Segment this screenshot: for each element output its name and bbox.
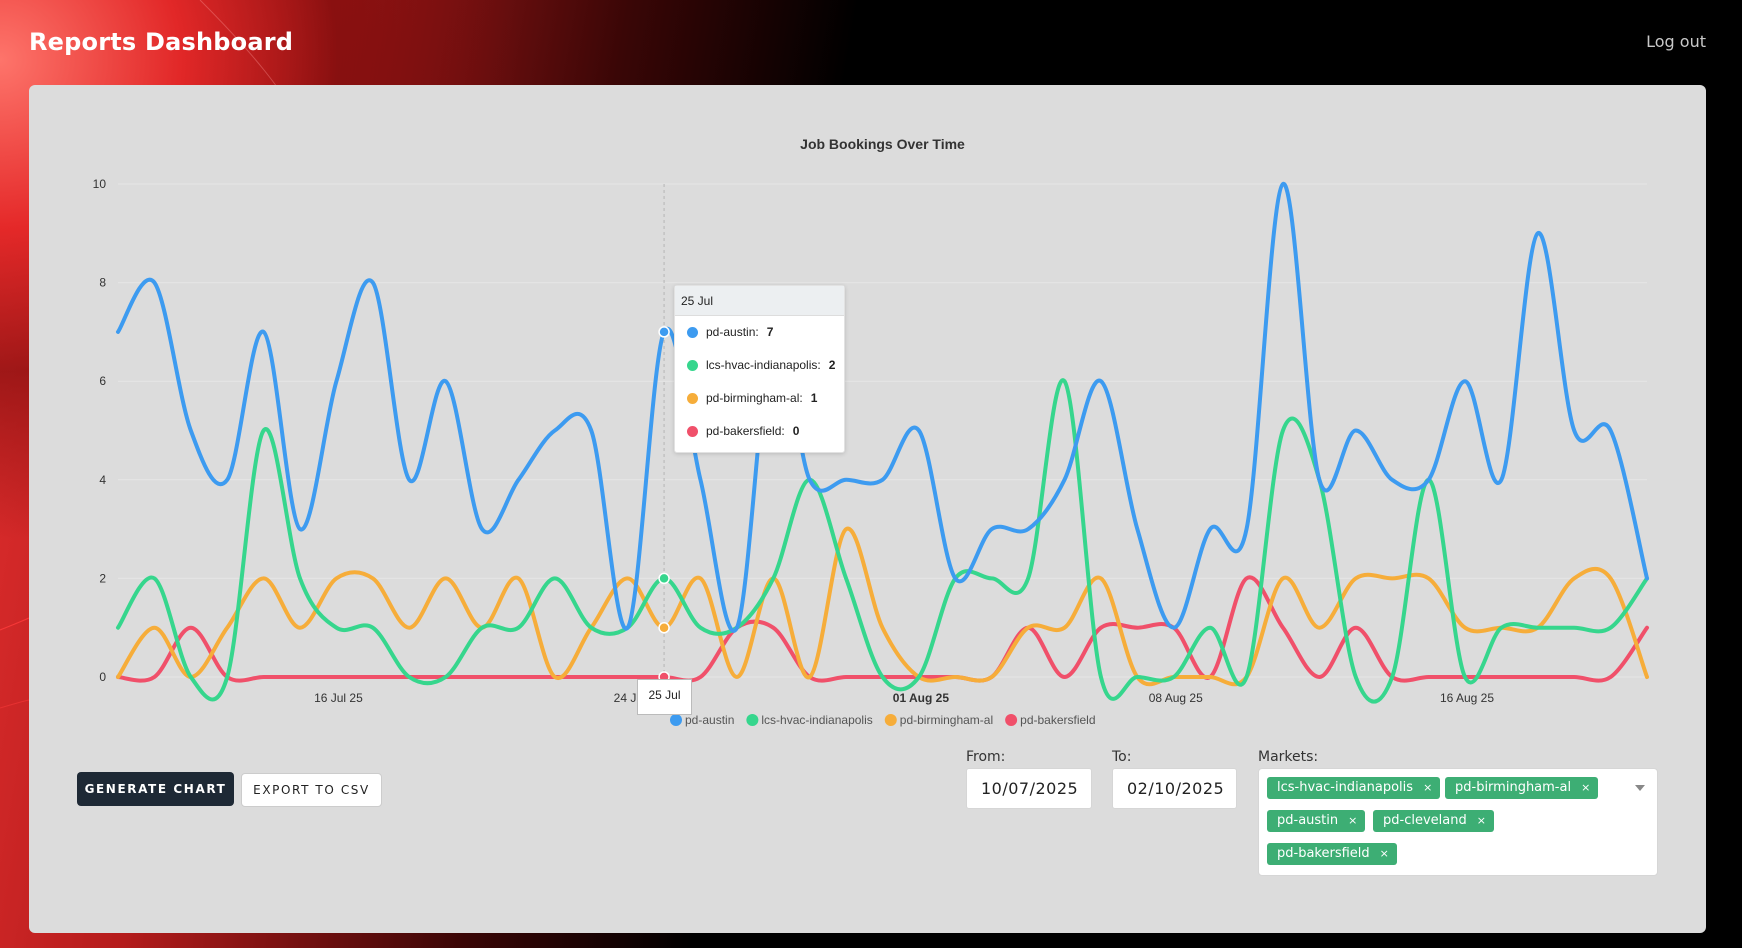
legend-label: lcs-hvac-indianapolis — [761, 713, 872, 727]
market-chip-label: lcs-hvac-indianapolis — [1277, 780, 1414, 795]
logout-link[interactable]: Log out — [1646, 32, 1706, 51]
market-chip-label: pd-bakersfield — [1277, 846, 1370, 861]
chart-title: Job Bookings Over Time — [800, 136, 965, 152]
legend-marker — [884, 714, 897, 726]
chip-remove-icon[interactable]: × — [1423, 777, 1432, 799]
tooltip-series-value: 2 — [828, 358, 836, 372]
tooltip-dot-icon — [687, 393, 698, 404]
market-chip-label: pd-cleveland — [1383, 813, 1467, 828]
series-line-pd-austin — [116, 181, 1649, 633]
market-chip: lcs-hvac-indianapolis × — [1267, 777, 1441, 799]
tooltip-row: pd-bakersfield: 0 — [675, 415, 844, 448]
y-tick-label: 2 — [99, 571, 106, 585]
tooltip-series-value: 7 — [766, 325, 774, 339]
y-tick-label: 0 — [99, 670, 106, 684]
series-line-pd-birmingham-al — [116, 526, 1649, 687]
tooltip-series-name: pd-austin: — [706, 325, 759, 339]
tooltip-series-name: pd-bakersfield: — [706, 424, 785, 438]
legend-marker — [746, 714, 759, 726]
chip-remove-icon[interactable]: × — [1348, 810, 1357, 832]
from-date-input[interactable]: 10/07/2025 — [966, 768, 1092, 809]
bookings-chart: Job Bookings Over Time024681016 Jul 25 24… — [93, 136, 1649, 727]
export-csv-button[interactable]: EXPORT TO CSV — [241, 773, 382, 807]
legend-marker — [670, 714, 682, 726]
x-tick-label: 08 Aug 25 — [1149, 691, 1203, 705]
tooltip-dot-icon — [687, 426, 698, 437]
legend-label: pd-austin — [685, 713, 734, 727]
market-chip: pd-austin × — [1267, 810, 1366, 832]
tooltip-date: 25 Jul — [675, 286, 844, 316]
market-chip: pd-bakersfield × — [1267, 843, 1397, 865]
chip-remove-icon[interactable]: × — [1380, 843, 1389, 865]
markets-label: Markets: — [1258, 749, 1319, 765]
to-date-input[interactable]: 02/10/2025 — [1112, 768, 1237, 809]
tooltip-dot-icon — [687, 360, 698, 371]
generate-chart-button[interactable]: GENERATE CHART — [77, 772, 234, 806]
market-chip-label: pd-birmingham-al — [1455, 780, 1572, 795]
tooltip-row: pd-birmingham-al: 1 — [675, 382, 844, 415]
market-chip: pd-cleveland × — [1373, 810, 1494, 832]
legend-label: pd-bakersfield — [1020, 713, 1095, 727]
tooltip-series-name: pd-birmingham-al: — [706, 391, 803, 405]
legend-label: pd-birmingham-al — [900, 713, 993, 727]
y-tick-label: 6 — [99, 374, 106, 388]
series-line-lcs-hvac-indianapolis — [116, 378, 1649, 704]
x-tick-label: 16 Jul 25 — [314, 691, 363, 705]
hover-point-pd-birmingham-al — [658, 621, 670, 634]
from-label: From: — [966, 749, 1006, 765]
hover-point-pd-austin — [658, 326, 670, 338]
y-tick-label: 10 — [93, 177, 107, 191]
market-chip: pd-birmingham-al × — [1445, 777, 1599, 799]
legend-marker — [1005, 714, 1018, 726]
tooltip-dot-icon — [687, 327, 698, 338]
tooltip-row: pd-austin: 7 — [675, 316, 844, 349]
tooltip-series-value: 0 — [792, 424, 800, 438]
page-title: Reports Dashboard — [29, 28, 294, 56]
report-card: Job Bookings Over Time 0 2 4 6 8 10 16 Jul 25 24… — [29, 85, 1706, 933]
chip-remove-icon[interactable]: × — [1477, 810, 1486, 832]
x-tick-label: 01 Aug 25 — [893, 691, 950, 705]
chevron-down-icon[interactable] — [1635, 785, 1645, 791]
y-tick-label: 8 — [99, 276, 106, 290]
y-tick-label: 4 — [99, 473, 106, 487]
market-chip-label: pd-austin — [1277, 813, 1339, 828]
markets-multiselect[interactable]: lcs-hvac-indianapolis × pd-birmingham-al… — [1258, 768, 1658, 876]
tooltip-row: lcs-hvac-indianapolis: 2 — [675, 349, 844, 382]
hover-point-lcs-hvac-indianapolis — [658, 572, 670, 585]
x-tick-label: 16 Aug 25 — [1440, 691, 1494, 705]
to-label: To: — [1112, 749, 1132, 765]
tooltip-series-value: 1 — [810, 391, 818, 405]
tooltip-series-name: lcs-hvac-indianapolis: — [706, 358, 821, 372]
x-hover-label: 25 Jul — [637, 679, 692, 715]
chart-tooltip: 25 Jul pd-austin: 7 lcs-hvac-indianapolis:… — [674, 285, 845, 453]
chip-remove-icon[interactable]: × — [1581, 777, 1590, 799]
